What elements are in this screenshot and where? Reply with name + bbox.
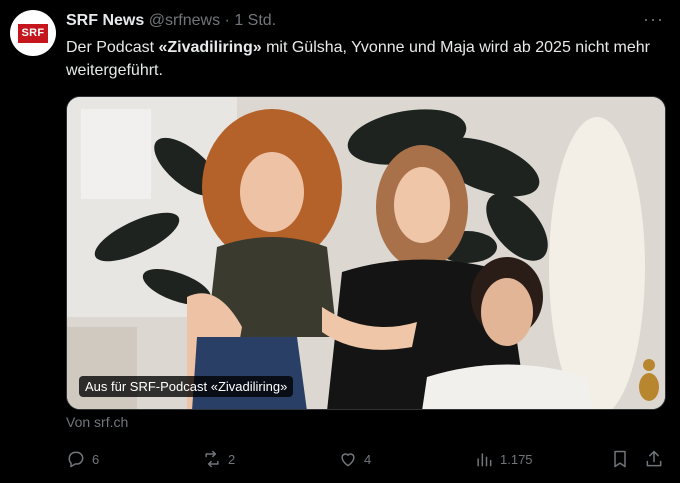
tweet-text-part1: Der Podcast (66, 39, 159, 56)
like-count: 4 (364, 451, 372, 467)
reply-button[interactable]: 6 (66, 449, 99, 469)
tweet-text-podcast-name: «Zivadiliring» (158, 39, 262, 56)
card-source[interactable]: Von srf.ch (66, 414, 128, 430)
share-icon (646, 450, 662, 467)
views-count: 1.175 (500, 451, 533, 467)
podcast-hosts-photo (67, 97, 665, 409)
reply-icon (68, 451, 84, 468)
heart-icon (341, 453, 355, 467)
link-card-image[interactable]: Aus für SRF-Podcast «Zivadiliring» (66, 96, 666, 410)
card-caption: Aus für SRF-Podcast «Zivadiliring» (79, 376, 294, 397)
account-handle[interactable]: @srfnews (149, 12, 220, 29)
tweet-header: SRF News @srfnews · 1 Std. (66, 10, 276, 31)
like-button[interactable]: 4 (338, 449, 371, 469)
more-options-icon[interactable]: ··· (643, 10, 664, 28)
bookmark-icon (614, 450, 626, 468)
avatar[interactable]: SRF (10, 10, 56, 56)
post-time[interactable]: 1 Std. (234, 12, 276, 29)
srf-logo: SRF (18, 23, 48, 43)
bookmark-button[interactable] (610, 449, 630, 469)
repost-button[interactable]: 2 (202, 449, 235, 469)
account-name[interactable]: SRF News (66, 12, 144, 29)
separator-dot: · (224, 12, 230, 29)
action-bar: 6 2 4 1.175 (66, 449, 666, 471)
share-button[interactable] (644, 449, 664, 469)
repost-icon (205, 450, 219, 468)
views-icon (477, 453, 492, 467)
tweet-text: Der Podcast «Zivadiliring» mit Gülsha, Y… (66, 36, 656, 82)
reply-count: 6 (92, 451, 100, 467)
views-button[interactable]: 1.175 (474, 449, 533, 469)
repost-count: 2 (228, 451, 236, 467)
